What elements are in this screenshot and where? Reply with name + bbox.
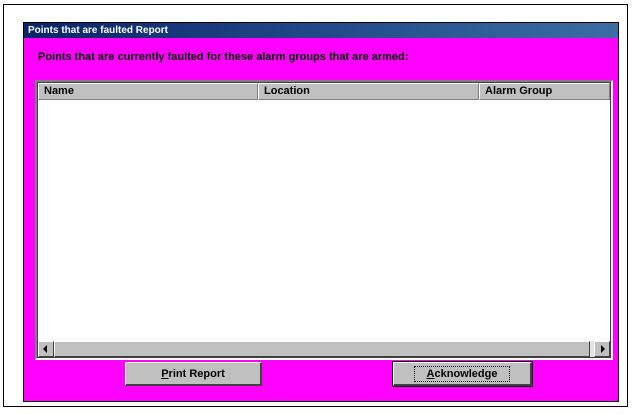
faulted-points-list[interactable]: Name Location Alarm Group — [35, 80, 613, 360]
arrow-right-icon — [601, 345, 605, 353]
scroll-left-button[interactable] — [38, 341, 54, 357]
outer-frame: Points that are faulted Report Points th… — [3, 4, 628, 407]
faulted-report-dialog: Points that are faulted Report Points th… — [23, 22, 619, 402]
list-rows — [38, 100, 610, 340]
scroll-thumb[interactable] — [54, 341, 590, 357]
title-bar[interactable]: Points that are faulted Report — [24, 23, 618, 38]
column-header-location[interactable]: Location — [258, 83, 479, 100]
arrow-left-icon — [43, 345, 47, 353]
print-report-label: Print Report — [161, 367, 225, 380]
print-report-button[interactable]: Print Report — [125, 362, 262, 386]
column-header-name[interactable]: Name — [38, 83, 258, 100]
scroll-track[interactable] — [54, 341, 594, 357]
column-header-alarm-group[interactable]: Alarm Group — [479, 83, 610, 100]
window-title: Points that are faulted Report — [28, 25, 169, 36]
report-heading: Points that are currently faulted for th… — [38, 51, 409, 63]
scroll-right-button[interactable] — [594, 341, 610, 357]
horizontal-scrollbar[interactable] — [38, 341, 610, 357]
acknowledge-button[interactable]: Acknowledge — [392, 361, 533, 387]
list-header: Name Location Alarm Group — [38, 83, 610, 100]
acknowledge-label: Acknowledge — [413, 365, 511, 382]
